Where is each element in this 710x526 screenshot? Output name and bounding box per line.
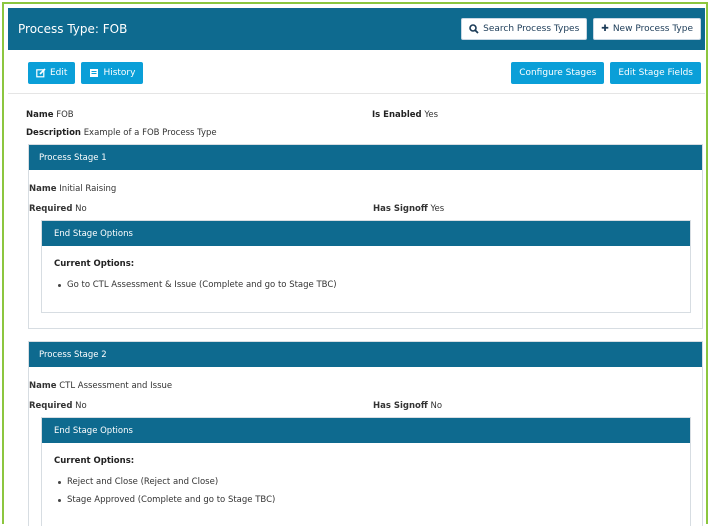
stage-2-name-field: Name CTL Assessment and Issue [29,381,172,391]
stage-2-options-title: End Stage Options [54,425,133,436]
process-stage-1: Process Stage 1 Name Initial Raising Req… [28,144,703,329]
toolbar: Edit History Configure Stages Edit Stage… [8,50,705,94]
edit-button[interactable]: Edit [28,62,76,84]
stage-2-options-list: Reject and Close (Reject and Close) Stag… [58,477,275,513]
stage-1-header: Process Stage 1 [29,145,702,170]
list-item: Go to CTL Assessment & Issue (Complete a… [58,280,337,290]
new-process-type-button[interactable]: ✚ New Process Type [593,18,701,40]
stage-1-options-header: End Stage Options [42,221,690,246]
stage-1-signoff-field: Has Signoff Yes [373,204,444,214]
history-icon [90,69,99,77]
search-process-types-label: Search Process Types [483,24,580,34]
header-actions: Search Process Types ✚ New Process Type [461,18,701,40]
is-enabled-value: Yes [424,110,439,120]
stage-1-required-label: Required [29,204,73,214]
stage-2-header: Process Stage 2 [29,342,702,367]
stage-1-name-label: Name [29,184,57,194]
stage-2-signoff-label: Has Signoff [373,401,428,411]
stage-1-signoff-label: Has Signoff [373,204,428,214]
stage-1-title: Process Stage 1 [39,152,107,163]
name-value: FOB [56,110,74,120]
stage-2-required-value: No [75,401,87,411]
edit-stage-fields-button[interactable]: Edit Stage Fields [610,62,701,84]
stage-2-signoff-field: Has Signoff No [373,401,442,411]
configure-stages-button[interactable]: Configure Stages [511,62,605,84]
history-button[interactable]: History [81,62,144,84]
description-field: Description Example of a FOB Process Typ… [26,128,217,138]
configure-stages-label: Configure Stages [519,68,597,78]
search-process-types-button[interactable]: Search Process Types [461,18,588,40]
plus-icon: ✚ [601,24,609,34]
stage-2-current-options-label: Current Options: [54,456,135,466]
stage-2-name-label: Name [29,381,57,391]
page-header: Process Type: FOB Search Process Types ✚… [8,8,705,50]
edit-stage-fields-label: Edit Stage Fields [618,68,693,78]
search-icon [469,24,479,34]
name-field: Name FOB [26,110,74,120]
stage-1-current-options-label: Current Options: [54,259,135,269]
page-title: Process Type: FOB [18,22,128,36]
is-enabled-label: Is Enabled [372,110,422,120]
stage-2-name-value: CTL Assessment and Issue [59,381,173,391]
stage-2-options-header: End Stage Options [42,418,690,443]
description-value: Example of a FOB Process Type [83,128,217,138]
stage-1-end-options: End Stage Options Current Options: Go to… [41,220,691,313]
name-label: Name [26,110,54,120]
stage-2-end-options: End Stage Options Current Options: Rejec… [41,417,691,526]
description-label: Description [26,128,81,138]
stage-1-options-list: Go to CTL Assessment & Issue (Complete a… [58,280,337,298]
list-item: Reject and Close (Reject and Close) [58,477,275,487]
edit-icon [36,68,46,78]
stage-1-name-value: Initial Raising [59,184,117,194]
stage-2-required-label: Required [29,401,73,411]
edit-label: Edit [50,68,68,78]
stage-1-name-field: Name Initial Raising [29,184,116,194]
stage-1-required-field: Required No [29,204,87,214]
stage-1-required-value: No [75,204,87,214]
stage-2-required-field: Required No [29,401,87,411]
history-label: History [103,68,136,78]
list-item: Stage Approved (Complete and go to Stage… [58,495,275,505]
stage-2-signoff-value: No [430,401,443,411]
stage-1-options-title: End Stage Options [54,228,133,239]
process-stage-2: Process Stage 2 Name CTL Assessment and … [28,341,703,526]
new-process-type-label: New Process Type [612,24,693,34]
is-enabled-field: Is Enabled Yes [372,110,438,120]
stage-1-signoff-value: Yes [430,204,445,214]
stage-2-title: Process Stage 2 [39,349,107,360]
